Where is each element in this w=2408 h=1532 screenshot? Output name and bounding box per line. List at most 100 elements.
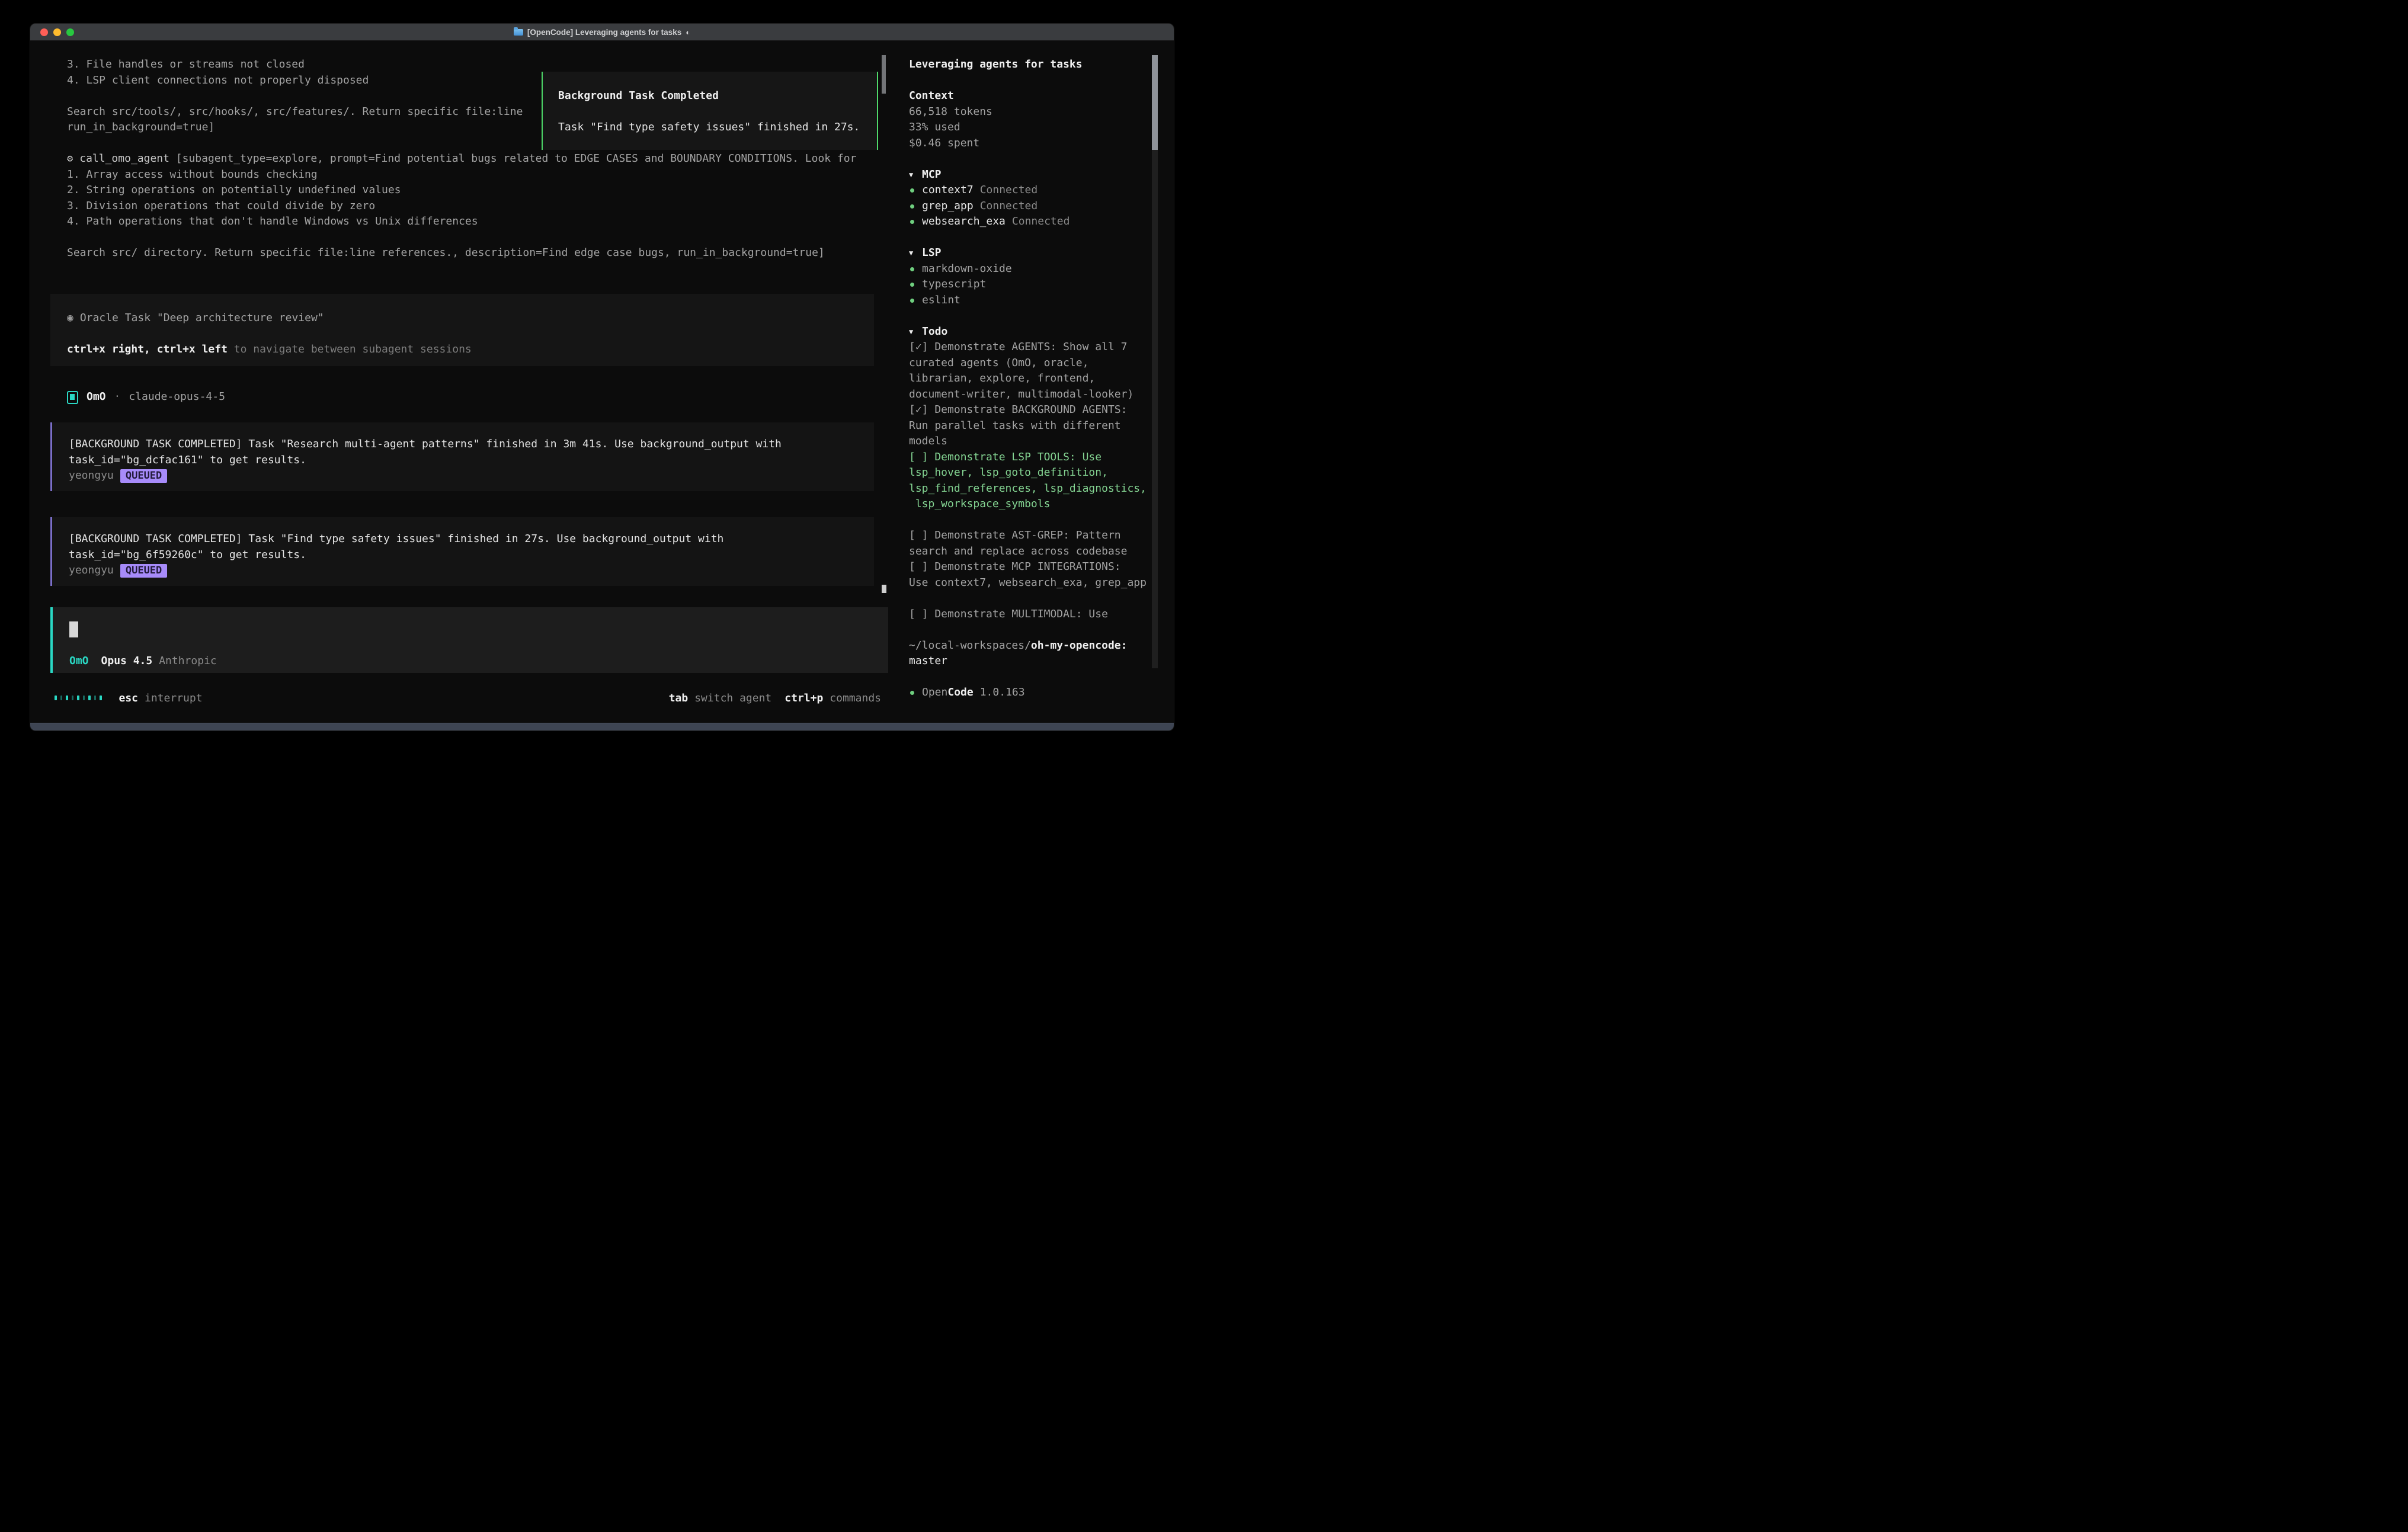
status-dot-icon bbox=[910, 691, 914, 695]
blank-line bbox=[909, 73, 1153, 89]
todo-line-done: curated agents (OmO, oracle, bbox=[909, 355, 1153, 371]
status-dot-icon bbox=[910, 283, 914, 287]
todo-line-done: [✓] Demonstrate AGENTS: Show all 7 bbox=[909, 339, 1153, 355]
background-task-message: [BACKGROUND TASK COMPLETED] Task "Find t… bbox=[50, 517, 874, 586]
terminal-line: 3. File handles or streams not closed bbox=[67, 57, 881, 73]
tool-call-name: call_omo_agent bbox=[79, 152, 169, 165]
main-scrollbar-thumb[interactable] bbox=[882, 55, 886, 94]
toast-title: Background Task Completed bbox=[558, 88, 877, 104]
hint-text: to navigate between subagent sessions bbox=[228, 343, 472, 355]
task-author: yeongyu bbox=[69, 564, 114, 576]
opencode-window: [OpenCode] Leveraging agents for tasks◐ … bbox=[30, 23, 1174, 731]
status-dot-icon bbox=[910, 220, 914, 224]
status-badge: QUEUED bbox=[120, 564, 167, 578]
lsp-item-name: markdown-oxide bbox=[922, 262, 1012, 275]
tool-call-line: ⚙call_omo_agent[subagent_type=explore, p… bbox=[67, 151, 881, 167]
version-bold: Code bbox=[947, 686, 973, 698]
task-message-line: [BACKGROUND TASK COMPLETED] Task "Find t… bbox=[69, 531, 874, 547]
prompt-input[interactable]: OmOOpus 4.5Anthropic bbox=[50, 607, 888, 673]
desktop: [OpenCode] Leveraging agents for tasks◐ … bbox=[0, 0, 1204, 766]
todo-section-header: ▼Todo bbox=[909, 324, 1153, 340]
agent-name: OmO bbox=[87, 389, 106, 405]
task-message-line: [BACKGROUND TASK COMPLETED] Task "Resear… bbox=[69, 437, 874, 453]
commands-key-hint: ctrl+p bbox=[784, 692, 823, 704]
input-model: Opus 4.5 bbox=[101, 655, 153, 667]
sidebar-scrollbar-thumb[interactable] bbox=[1152, 55, 1158, 150]
session-title: Leveraging agents for tasks bbox=[909, 57, 1153, 73]
main-scrollbar[interactable] bbox=[882, 24, 886, 730]
text-cursor bbox=[69, 621, 78, 637]
workspace-path: ~/local-workspaces/oh-my-opencode: bbox=[909, 638, 1153, 654]
status-badge: QUEUED bbox=[120, 469, 167, 483]
mcp-item-name: websearch_exa bbox=[922, 215, 1006, 227]
status-dot-icon bbox=[910, 299, 914, 303]
blank-line bbox=[909, 669, 1153, 685]
toast-body: Task "Find type safety issues" finished … bbox=[558, 120, 877, 136]
oracle-task-box: ◉Oracle Task "Deep architecture review" … bbox=[50, 294, 874, 366]
tool-call-args: [subagent_type=explore, prompt=Find pote… bbox=[176, 152, 857, 165]
mcp-item-status: Connected bbox=[980, 200, 1038, 212]
lsp-item-name: eslint bbox=[922, 294, 960, 306]
collapse-triangle-icon: ▼ bbox=[909, 167, 913, 183]
status-dot-icon bbox=[910, 204, 914, 209]
terminal-line: 4. Path operations that don't handle Win… bbox=[67, 214, 881, 230]
context-used: 33% used bbox=[909, 120, 1153, 136]
workspace-branch: master bbox=[909, 653, 1153, 669]
record-icon: ◉ bbox=[67, 312, 73, 324]
commands-key-label: commands bbox=[830, 692, 881, 704]
close-button[interactable] bbox=[40, 28, 48, 36]
lsp-item-name: typescript bbox=[922, 278, 986, 290]
minimize-button[interactable] bbox=[53, 28, 61, 36]
task-author: yeongyu bbox=[69, 469, 114, 482]
collapse-triangle-icon: ▼ bbox=[909, 324, 913, 340]
collapse-triangle-icon: ▼ bbox=[909, 245, 913, 261]
mcp-item: grep_appConnected bbox=[909, 198, 1153, 214]
todo-line-pending: search and replace across codebase bbox=[909, 544, 1153, 560]
titlebar: [OpenCode] Leveraging agents for tasks◐ bbox=[30, 24, 1174, 41]
oracle-title-line: ◉Oracle Task "Deep architecture review" bbox=[67, 310, 874, 326]
lsp-item: typescript bbox=[909, 277, 1153, 293]
spinner-dots-icon bbox=[55, 696, 102, 700]
status-left: escinterrupt bbox=[55, 692, 203, 704]
session-indicator-icon: ◐ bbox=[686, 28, 690, 37]
sidebar-scrollbar[interactable] bbox=[1152, 24, 1158, 730]
todo-line-done: Run parallel tasks with different bbox=[909, 418, 1153, 434]
esc-key-hint: esc bbox=[119, 692, 139, 704]
oracle-hint-line: ctrl+x right, ctrl+x left to navigate be… bbox=[67, 342, 874, 358]
agent-model: claude-opus-4-5 bbox=[129, 389, 225, 405]
version-line: OpenCode 1.0.163 bbox=[909, 685, 1153, 701]
blank-line bbox=[909, 230, 1153, 246]
task-meta-line: yeongyu QUEUED bbox=[69, 563, 874, 579]
task-meta-line: yeongyu QUEUED bbox=[69, 468, 874, 484]
main-scrollbar-marker[interactable] bbox=[882, 585, 886, 593]
toast-notification: Background Task Completed Task "Find typ… bbox=[542, 72, 878, 150]
input-meta: OmOOpus 4.5Anthropic bbox=[69, 653, 217, 669]
context-heading: Context bbox=[909, 88, 1153, 104]
todo-line-active: [ ] Demonstrate LSP TOOLS: Use bbox=[909, 450, 1153, 466]
lsp-section-header: ▼ LSP bbox=[909, 245, 1153, 261]
todo-line-done: models bbox=[909, 434, 1153, 450]
terminal-line: 1. Array access without bounds checking bbox=[67, 167, 881, 183]
blank-line bbox=[558, 104, 877, 120]
workspace-path-prefix: ~/local-workspaces/ bbox=[909, 639, 1031, 652]
hint-keys: ctrl+x right, ctrl+x left bbox=[67, 343, 228, 355]
blank-line bbox=[909, 591, 1153, 607]
window-bottom-edge bbox=[30, 723, 1174, 730]
lsp-heading: LSP bbox=[922, 246, 942, 259]
todo-line-pending: [ ] Demonstrate MCP INTEGRATIONS: bbox=[909, 559, 1153, 575]
separator-dot: · bbox=[114, 389, 121, 405]
maximize-button[interactable] bbox=[66, 28, 74, 36]
blank-line bbox=[909, 622, 1153, 638]
version-number: 1.0.163 bbox=[980, 686, 1025, 698]
version-prefix: Open bbox=[922, 686, 947, 698]
status-dot-icon bbox=[910, 267, 914, 271]
todo-line-pending: Use context7, websearch_exa, grep_app bbox=[909, 575, 1153, 591]
task-message-line: task_id="bg_dcfac161" to get results. bbox=[69, 453, 874, 469]
todo-line-done: [✓] Demonstrate BACKGROUND AGENTS: bbox=[909, 402, 1153, 418]
status-dot-icon bbox=[910, 188, 914, 193]
todo-line-pending: [ ] Demonstrate AST-GREP: Pattern bbox=[909, 528, 1153, 544]
terminal-line: 3. Division operations that could divide… bbox=[67, 198, 881, 214]
terminal-line: Search src/ directory. Return specific f… bbox=[67, 245, 881, 261]
context-tokens: 66,518 tokens bbox=[909, 104, 1153, 120]
agent-checkbox-icon bbox=[67, 391, 78, 404]
